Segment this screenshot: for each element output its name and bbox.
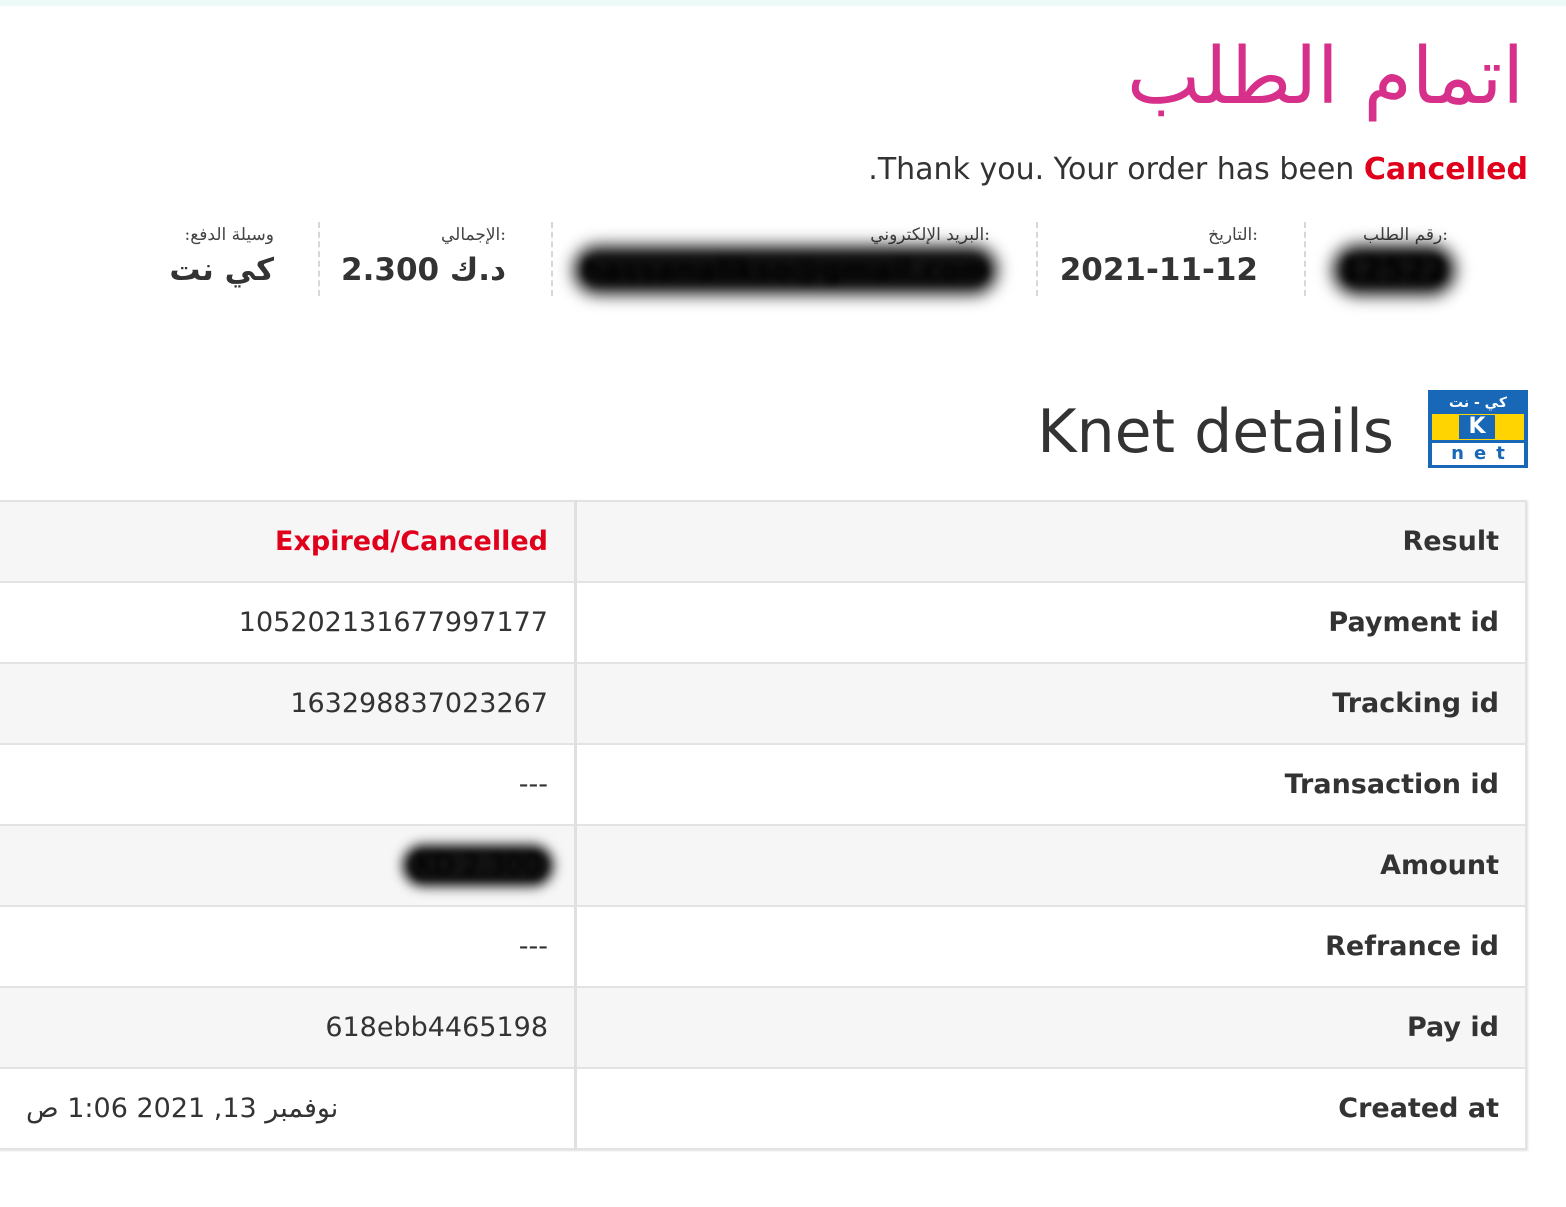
overview-date: التاريخ: 2021-11-12	[1038, 222, 1258, 296]
table-row: --- Transaction id	[0, 743, 1527, 826]
payment-id-key: Payment id	[574, 581, 1527, 664]
total-value: 2.300 د.ك	[341, 252, 506, 288]
table-row: 618ebb4465198 Pay id	[0, 986, 1527, 1069]
knet-logo-net: net	[1432, 443, 1524, 465]
knet-logo: كي - نت K net	[1428, 390, 1528, 468]
transaction-id-key: Transaction id	[574, 743, 1527, 826]
email-label: البريد الإلكتروني:	[870, 225, 990, 245]
email-value-wrap: hassanalikso@gmail.com	[570, 248, 990, 292]
result-key: Result	[574, 500, 1527, 583]
table-row: 105202131677997177 Payment id	[0, 581, 1527, 664]
overview-divider	[318, 222, 320, 296]
pay-id-value: 618ebb4465198	[0, 986, 577, 1069]
payment-method-value: كي نت	[169, 252, 274, 288]
date-value: 2021-11-12	[1059, 252, 1258, 288]
knet-details-table: Expired/Cancelled Result 105202131677997…	[0, 500, 1527, 1150]
knet-logo-letter: K	[1459, 415, 1495, 439]
total-label: الإجمالي:	[440, 225, 506, 245]
overview-divider	[1036, 222, 1038, 296]
transaction-id-value: ---	[0, 743, 577, 826]
created-at-key: Created at	[574, 1067, 1527, 1150]
email-value: hassanalikso@gmail.com	[581, 253, 990, 287]
reference-id-value: ---	[0, 905, 577, 988]
knet-logo-arabic: كي - نت	[1449, 395, 1507, 411]
knet-details-heading: Knet details	[1037, 397, 1394, 467]
table-row: Expired/Cancelled Result	[0, 500, 1527, 583]
thank-you-prefix: .Thank you. Your order has been	[868, 152, 1364, 187]
tracking-id-key: Tracking id	[574, 662, 1527, 745]
overview-email: البريد الإلكتروني: hassanalikso@gmail.co…	[570, 222, 990, 296]
order-number-label: رقم الطلب:	[1363, 225, 1448, 245]
top-strip	[0, 0, 1566, 6]
overview-order-number: رقم الطلب: 12522	[1248, 222, 1448, 296]
reference-id-key: Refrance id	[574, 905, 1527, 988]
overview-payment-method: وسيلة الدفع: كي نت	[74, 222, 274, 296]
table-row: KD 2.300 Amount	[0, 824, 1527, 907]
payment-id-value: 105202131677997177	[0, 581, 577, 664]
order-number-value: 12522	[1340, 252, 1448, 288]
amount-value: KD 2.300	[407, 850, 548, 881]
overview-divider	[551, 222, 553, 296]
result-value: Expired/Cancelled	[0, 500, 577, 583]
overview-divider	[1304, 222, 1306, 296]
order-status-message: .Thank you. Your order has been Cancelle…	[868, 148, 1528, 192]
table-row: --- Refrance id	[0, 905, 1527, 988]
overview-total: الإجمالي: 2.300 د.ك	[306, 222, 506, 296]
page-title: اتمام الطلب	[1126, 32, 1524, 122]
thank-you-text: .Thank you. Your order has been Cancelle…	[868, 152, 1528, 187]
order-status: Cancelled	[1363, 152, 1528, 187]
created-at-value: نوفمبر 13, 2021 1:06 ص	[0, 1067, 577, 1150]
order-number-value-wrap: 12522	[1248, 248, 1448, 292]
date-label: التاريخ:	[1208, 225, 1258, 245]
amount-value-cell: KD 2.300	[0, 824, 577, 907]
payment-method-label: وسيلة الدفع:	[184, 225, 274, 245]
tracking-id-value: 163298837023267	[0, 662, 577, 745]
table-row: نوفمبر 13, 2021 1:06 ص Created at	[0, 1067, 1527, 1150]
amount-key: Amount	[574, 824, 1527, 907]
table-row: 163298837023267 Tracking id	[0, 662, 1527, 745]
pay-id-key: Pay id	[574, 986, 1527, 1069]
